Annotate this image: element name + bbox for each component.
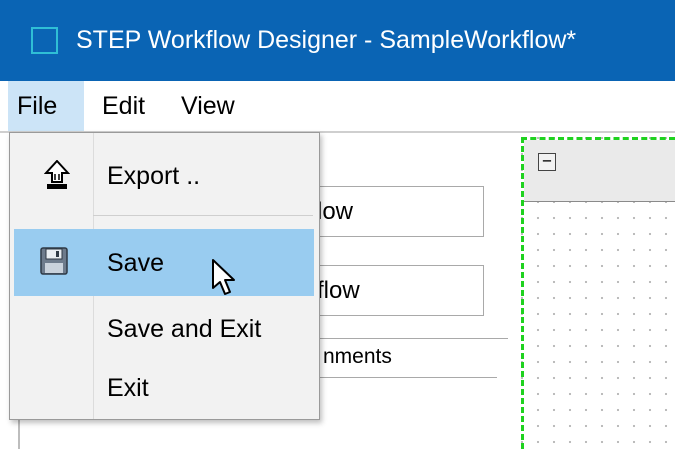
- tab-divider: [300, 338, 508, 339]
- workflow-canvas[interactable]: −: [521, 137, 675, 449]
- collapse-button[interactable]: −: [538, 153, 556, 171]
- workflow-name-value: flow: [317, 277, 360, 304]
- menu-item-label: Exit: [107, 374, 149, 402]
- menu-item-label: Save: [107, 249, 164, 277]
- app-window-icon: [31, 27, 58, 54]
- workflow-name-field[interactable]: flow: [300, 265, 484, 316]
- menu-item-label: Save and Exit: [107, 315, 262, 343]
- file-menu-dropdown: Export .. Save Save and Exit Exit: [9, 132, 320, 420]
- menu-item-save[interactable]: Save: [14, 229, 314, 296]
- menu-item-label: Export ..: [107, 162, 201, 190]
- mouse-cursor-icon: [212, 259, 235, 295]
- title-bar: STEP Workflow Designer - SampleWorkflow*: [0, 0, 675, 81]
- canvas-node-header[interactable]: −: [524, 140, 675, 202]
- menu-bar: File Edit View: [0, 81, 675, 133]
- menu-item-export[interactable]: Export ..: [10, 144, 319, 207]
- menu-item-exit[interactable]: Exit: [10, 356, 319, 419]
- menu-separator: [93, 215, 313, 216]
- menu-item-save-and-exit[interactable]: Save and Exit: [10, 297, 319, 360]
- tab-comments[interactable]: nments: [323, 344, 392, 370]
- menu-edit[interactable]: Edit: [93, 81, 154, 131]
- workflow-id-field[interactable]: low: [300, 186, 484, 237]
- floppy-disk-icon: [40, 247, 68, 275]
- menu-view[interactable]: View: [172, 81, 244, 131]
- export-icon: [44, 160, 70, 189]
- tab-divider: [300, 377, 497, 378]
- workflow-id-value: low: [317, 198, 354, 225]
- menu-file[interactable]: File: [8, 81, 84, 131]
- window-title: STEP Workflow Designer - SampleWorkflow*: [76, 26, 577, 54]
